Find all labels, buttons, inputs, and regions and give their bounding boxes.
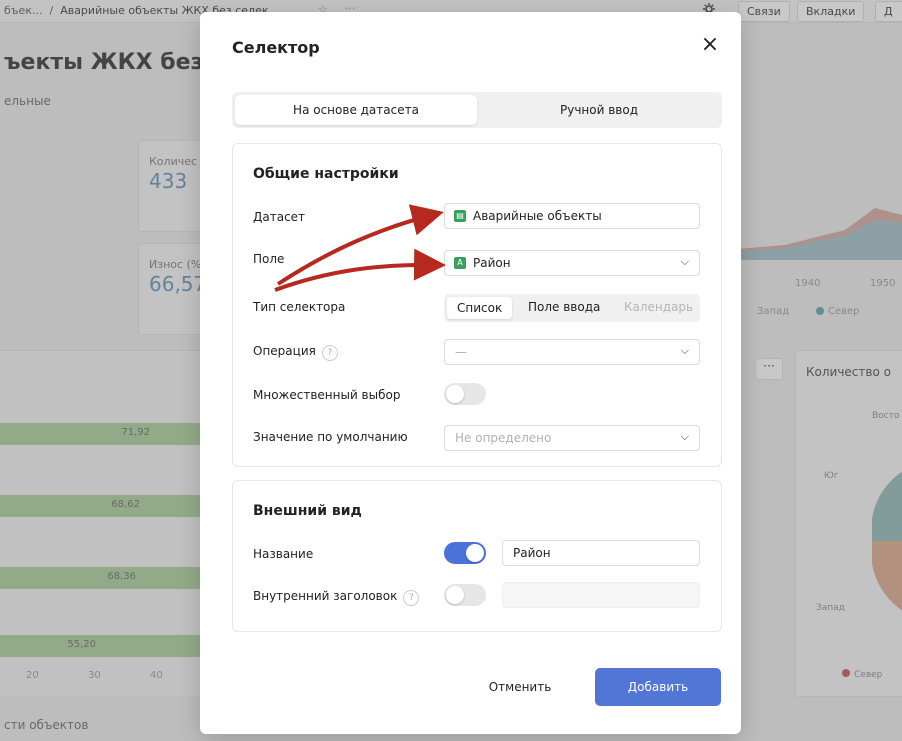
multi-select-label: Множественный выбор [253,388,401,402]
toggle-knob [446,385,464,403]
name-toggle[interactable] [444,542,486,564]
close-icon[interactable]: × [697,32,723,58]
chevron-down-icon: ⌵ [680,430,689,443]
field-label: Поле [253,252,285,266]
default-value-label: Значение по умолчанию [253,430,408,444]
selector-type-list[interactable]: Список [447,297,513,319]
inner-title-label-text: Внутренний заголовок [253,589,398,603]
dataset-value: Аварийные объекты [473,209,602,223]
name-label: Название [253,547,314,561]
multi-select-toggle[interactable] [444,383,486,405]
default-value-select[interactable]: Не определено ⌵ [444,425,700,451]
dimension-icon: A [454,257,466,269]
appearance-card: Внешний вид Название Район Внутренний за… [232,480,722,632]
operation-label: Операция? [253,344,338,361]
dataset-icon: ▤ [454,210,466,222]
default-value-placeholder: Не определено [455,431,552,445]
toggle-knob [466,544,484,562]
name-input-value: Район [513,546,551,560]
selector-type-switch: Список Поле ввода Календарь [444,294,700,322]
cancel-button[interactable]: Отменить [480,670,560,704]
help-icon[interactable]: ? [321,345,338,361]
add-button[interactable]: Добавить [595,668,721,706]
selector-type-input[interactable]: Поле ввода [528,300,600,314]
operation-label-text: Операция [253,344,316,358]
field-select[interactable]: A Район ⌵ [444,250,700,276]
operation-value: — [455,345,467,359]
chevron-down-icon: ⌵ [680,344,689,357]
selector-type-label: Тип селектора [253,300,346,314]
name-input[interactable]: Район [502,540,700,566]
selector-dialog: Селектор × На основе датасета Ручной вво… [200,12,741,734]
selector-type-calendar[interactable]: Календарь [624,300,693,314]
dataset-label: Датасет [253,210,306,224]
general-settings-card: Общие настройки Датасет ▤ Аварийные объе… [232,143,722,467]
toggle-knob [446,586,464,604]
section-title: Общие настройки [253,166,399,182]
operation-select[interactable]: — ⌵ [444,339,700,365]
section-title: Внешний вид [253,503,362,519]
dialog-title: Селектор [232,38,320,57]
dataset-field[interactable]: ▤ Аварийные объекты [444,203,700,229]
inner-title-input[interactable] [502,582,700,608]
chevron-down-icon: ⌵ [680,255,689,268]
tab-dataset[interactable]: На основе датасета [235,95,477,125]
tab-manual-input[interactable]: Ручной ввод [480,95,718,125]
inner-title-label: Внутренний заголовок? [253,589,420,606]
field-value: Район [473,256,511,270]
source-tabs: На основе датасета Ручной ввод [232,92,722,128]
help-icon[interactable]: ? [403,590,420,606]
inner-title-toggle[interactable] [444,584,486,606]
